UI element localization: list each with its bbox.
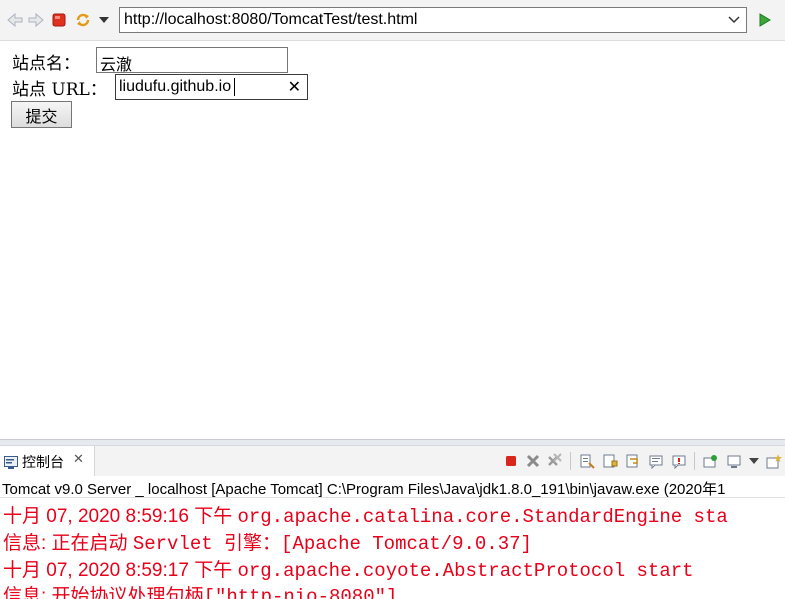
site-url-input[interactable]: liudufu.github.io ✕ xyxy=(115,74,308,100)
stop-icon[interactable] xyxy=(50,10,68,30)
log-line: 信息: 正在启动 Servlet 引擎：[Apache Tomcat/9.0.3… xyxy=(3,528,532,555)
site-name-label: 站点名： xyxy=(12,54,80,74)
history-dropdown-icon[interactable] xyxy=(95,10,113,30)
address-bar[interactable]: http://localhost:8080/TomcatTest/test.ht… xyxy=(119,7,747,33)
site-name-input[interactable]: 云澈 xyxy=(96,47,288,75)
log-prefix: 信息: 正在启动 xyxy=(3,533,133,554)
log-line: 十月 07, 2020 8:59:17 下午 org.apache.coyote… xyxy=(3,555,694,582)
console-process-title: Tomcat v9.0 Server _ localhost [Apache T… xyxy=(0,476,785,498)
pin-console-icon[interactable] xyxy=(702,453,718,469)
console-output: 十月 07, 2020 8:59:16 下午 org.apache.catali… xyxy=(0,498,785,599)
submit-button[interactable]: 提交 xyxy=(11,101,72,128)
log-line: 信息: 开始协议处理句柄["http-nio-8080"] xyxy=(3,581,397,599)
word-wrap-icon[interactable] xyxy=(625,453,641,469)
clear-input-icon[interactable]: ✕ xyxy=(288,78,301,96)
log-prefix: 十月 07, 2020 8:59:17 下午 xyxy=(3,560,238,581)
tab-console[interactable]: 控制台 ✕ xyxy=(0,446,95,476)
site-url-label: 站点 URL： xyxy=(12,80,107,100)
open-console-icon[interactable] xyxy=(766,453,782,469)
forward-icon[interactable] xyxy=(27,10,45,30)
close-icon[interactable]: ✕ xyxy=(73,452,84,467)
console-icon xyxy=(4,454,18,473)
show-stdout-icon[interactable] xyxy=(648,453,664,469)
process-description: Tomcat v9.0 Server _ localhost [Apache T… xyxy=(2,481,726,498)
log-body: org.apache.coyote.AbstractProtocol start xyxy=(237,560,694,582)
toolbar-separator xyxy=(570,452,571,470)
console-tab-label: 控制台 xyxy=(22,455,64,471)
text-caret xyxy=(234,78,235,96)
back-icon[interactable] xyxy=(6,10,24,30)
scroll-lock-icon[interactable] xyxy=(602,453,618,469)
log-body: org.apache.catalina.core.StandardEngine … xyxy=(237,506,728,528)
chevron-down-icon[interactable] xyxy=(746,453,762,469)
site-url-value[interactable]: liudufu.github.io xyxy=(119,78,231,96)
terminate-icon[interactable] xyxy=(503,453,519,469)
web-page: 站点名： 云澈 站点 URL： liudufu.github.io ✕ 提交 xyxy=(0,41,785,439)
go-icon[interactable] xyxy=(756,10,774,30)
toolbar-separator xyxy=(694,452,695,470)
refresh-icon[interactable] xyxy=(74,10,92,30)
site-name-value[interactable]: 云澈 xyxy=(100,51,132,75)
log-line: 十月 07, 2020 8:59:16 下午 org.apache.catali… xyxy=(3,501,728,528)
console-header: 控制台 ✕ xyxy=(0,446,785,476)
log-body: Servlet 引擎：[Apache Tomcat/9.0.37] xyxy=(132,533,532,555)
address-url[interactable]: http://localhost:8080/TomcatTest/test.ht… xyxy=(124,11,417,29)
browser-toolbar: http://localhost:8080/TomcatTest/test.ht… xyxy=(0,0,785,41)
view-divider[interactable] xyxy=(0,439,785,446)
show-stderr-icon[interactable] xyxy=(671,453,687,469)
remove-all-terminated-icon[interactable] xyxy=(547,453,563,469)
remove-launch-icon[interactable] xyxy=(525,453,541,469)
log-body: ["http-nio-8080"] xyxy=(203,586,398,599)
display-console-icon[interactable] xyxy=(726,453,742,469)
clear-console-icon[interactable] xyxy=(579,453,595,469)
log-prefix: 信息: 开始协议处理句柄 xyxy=(3,586,204,599)
chevron-down-icon[interactable] xyxy=(724,10,744,30)
log-prefix: 十月 07, 2020 8:59:16 下午 xyxy=(3,506,238,527)
